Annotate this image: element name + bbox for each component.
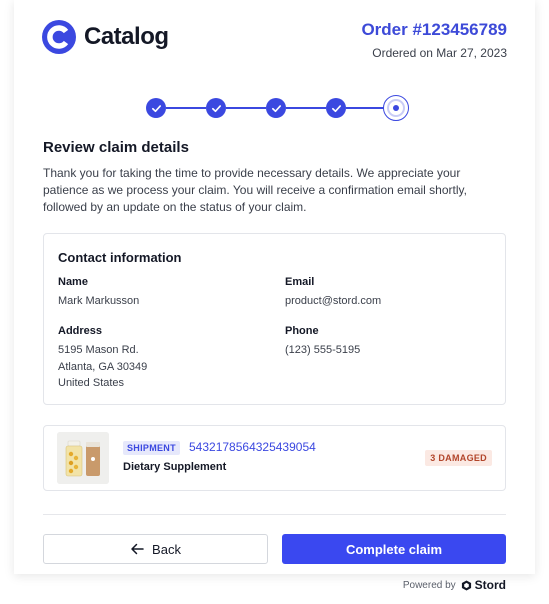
address-label: Address (58, 325, 103, 337)
intro-text: Thank you for taking the time to provide… (43, 166, 467, 214)
check-icon (151, 104, 161, 112)
product-thumbnail (57, 432, 109, 484)
shipment-badge: SHIPMENT (123, 441, 180, 455)
page-title: Review claim details (43, 139, 189, 156)
brand-logo: Catalog (42, 20, 169, 54)
name-value: Mark Markusson (58, 295, 140, 307)
header: Catalog Order #123456789 Ordered on Mar … (42, 20, 507, 64)
step-4-complete (326, 98, 346, 118)
arrow-left-icon (130, 543, 144, 555)
catalog-logo-icon (42, 20, 76, 54)
phone-value: (123) 555-5195 (285, 344, 361, 356)
email-value: product@stord.com (285, 295, 382, 307)
address-line-1: 5195 Mason Rd. (58, 344, 139, 356)
step-connector (346, 107, 386, 109)
order-number: Order #123456789 (361, 20, 507, 39)
powered-by-footer: Powered by Stord (403, 578, 506, 592)
back-button[interactable]: Back (43, 534, 268, 564)
complete-claim-button[interactable]: Complete claim (282, 534, 506, 564)
current-step-ring (387, 99, 405, 117)
check-icon (331, 104, 341, 112)
step-3-complete (266, 98, 286, 118)
step-5-current (383, 95, 409, 121)
step-2-complete (206, 98, 226, 118)
back-button-label: Back (152, 541, 181, 557)
phone-label: Phone (285, 325, 319, 337)
complete-claim-label: Complete claim (345, 541, 443, 557)
order-info: Order #123456789 Ordered on Mar 27, 2023 (361, 20, 507, 60)
check-icon (271, 104, 281, 112)
brand-name: Catalog (84, 23, 169, 50)
shipment-card: SHIPMENT 5432178564325439054 Dietary Sup… (43, 425, 506, 491)
step-1-complete (146, 98, 166, 118)
address-line-2: Atlanta, GA 30349 (58, 360, 148, 373)
supplement-bottles-image (57, 432, 109, 484)
stord-logo-icon (461, 579, 471, 591)
email-label: Email (285, 276, 315, 288)
address-line-3: United States (58, 377, 125, 389)
shipment-number-link[interactable]: 5432178564325439054 (189, 440, 316, 454)
order-date: Ordered on Mar 27, 2023 (372, 46, 507, 60)
stord-logo-text: Stord (474, 578, 506, 592)
step-connector (286, 107, 326, 109)
progress-stepper (146, 95, 409, 121)
step-connector (166, 107, 206, 109)
claim-card: Catalog Order #123456789 Ordered on Mar … (14, 0, 535, 574)
powered-by-text: Powered by (402, 579, 456, 591)
contact-information-card: Contact information Name Mark Markusson … (43, 233, 506, 405)
damaged-status-badge: 3 DAMAGED (425, 450, 492, 466)
current-step-dot (393, 105, 399, 111)
step-connector (226, 107, 266, 109)
divider (43, 514, 506, 515)
check-icon (211, 104, 221, 112)
name-label: Name (58, 276, 88, 288)
product-name: Dietary Supplement (123, 461, 227, 473)
contact-title: Contact information (58, 250, 182, 265)
